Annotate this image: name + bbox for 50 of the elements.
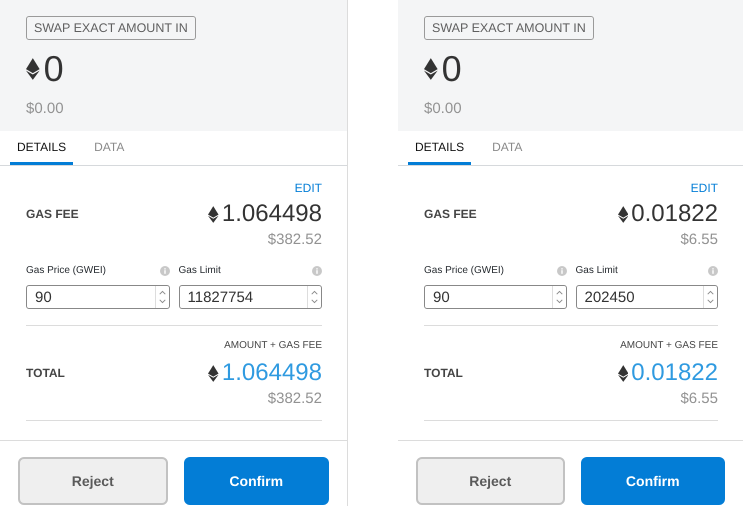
gas-fee-amount: 1.064498 xyxy=(222,202,322,226)
tab[interactable]: DATA xyxy=(87,131,132,165)
gas-fee-amount: 0.01822 xyxy=(631,202,718,226)
fiat-value: $0.00 xyxy=(26,101,64,116)
info-icon[interactable] xyxy=(708,266,718,276)
number-field[interactable]: 90 xyxy=(26,285,170,309)
amount-value: 0 xyxy=(44,51,64,87)
info-icon[interactable] xyxy=(556,266,566,276)
tab[interactable]: DETAILS xyxy=(10,131,74,165)
confirm-button[interactable]: Confirm xyxy=(580,457,725,505)
gas-fee-label: GAS FEE xyxy=(424,208,477,220)
stepper-icon[interactable] xyxy=(154,286,168,308)
field-label: Gas Price (GWEI) xyxy=(424,266,504,276)
total-label: TOTAL xyxy=(424,367,463,379)
edit-link[interactable]: EDIT xyxy=(690,182,718,194)
field-label: Gas Price (GWEI) xyxy=(26,266,106,276)
total-fiat: $6.55 xyxy=(680,391,718,406)
transaction-type-badge: SWAP EXACT AMOUNT IN xyxy=(26,16,196,40)
confirm-button[interactable]: Confirm xyxy=(184,457,329,505)
ethereum-icon xyxy=(618,206,628,222)
ethereum-icon xyxy=(26,58,40,80)
total-label: TOTAL xyxy=(26,367,65,379)
gas-fee-fiat: $6.55 xyxy=(680,232,718,247)
reject-button[interactable]: Reject xyxy=(18,457,168,505)
ethereum-icon xyxy=(618,364,628,382)
total-amount: 1.064498 xyxy=(222,361,322,385)
edit-link[interactable]: EDIT xyxy=(294,182,322,194)
stepper-icon[interactable] xyxy=(552,286,566,308)
total-caption: AMOUNT + GAS FEE xyxy=(224,341,322,351)
total-fiat: $382.52 xyxy=(268,391,322,406)
gas-fee-label: GAS FEE xyxy=(26,208,79,220)
transaction-type-badge: SWAP EXACT AMOUNT IN xyxy=(424,16,594,40)
gas-fee-fiat: $382.52 xyxy=(268,232,322,247)
fiat-value: $0.00 xyxy=(424,101,462,116)
number-field[interactable]: 11827754 xyxy=(178,285,322,309)
field-label: Gas Limit xyxy=(576,266,618,276)
field-label: Gas Limit xyxy=(178,266,221,276)
total-amount: 0.01822 xyxy=(631,361,718,385)
tab[interactable]: DATA xyxy=(485,131,530,165)
ethereum-icon xyxy=(208,364,219,382)
amount-value: 0 xyxy=(442,51,462,87)
reject-button[interactable]: Reject xyxy=(416,457,564,505)
ethereum-icon xyxy=(208,206,219,222)
tab[interactable]: DETAILS xyxy=(408,131,472,165)
number-field[interactable]: 90 xyxy=(424,285,566,309)
info-icon[interactable] xyxy=(160,266,170,276)
number-field[interactable]: 202450 xyxy=(576,285,718,309)
ethereum-icon xyxy=(424,58,438,80)
info-icon[interactable] xyxy=(312,266,322,276)
total-caption: AMOUNT + GAS FEE xyxy=(620,341,718,351)
